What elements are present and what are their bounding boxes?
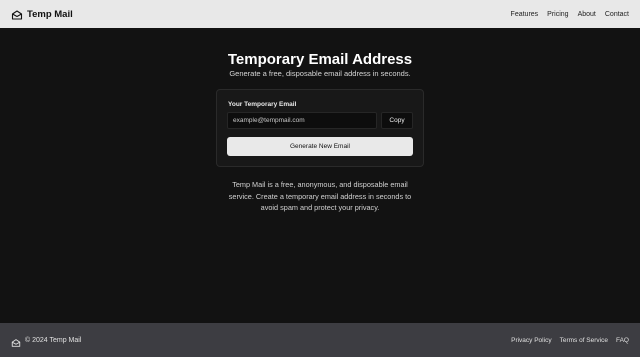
footer-brand: © 2024 Temp Mail [11,335,82,347]
brand-name: Temp Mail [27,8,73,20]
mail-open-icon [11,8,23,20]
main-nav: Features Pricing About Contact [511,11,629,18]
footer-links: Privacy Policy Terms of Service FAQ [511,337,629,344]
email-field-label: Your Temporary Email [228,101,297,108]
footer-link-privacy[interactable]: Privacy Policy [511,337,551,344]
mail-open-icon [11,335,21,347]
nav-link-features[interactable]: Features [511,11,539,18]
copy-button[interactable]: Copy [381,112,413,129]
footer-link-faq[interactable]: FAQ [616,337,629,344]
nav-link-about[interactable]: About [578,11,596,18]
footer-link-terms[interactable]: Terms of Service [560,337,608,344]
service-description: Temp Mail is a free, anonymous, and disp… [228,180,412,212]
top-nav-bar: Temp Mail Features Pricing About Contact [0,0,640,28]
page-subtitle: Generate a free, disposable email addres… [229,69,411,78]
nav-link-pricing[interactable]: Pricing [547,11,568,18]
nav-link-contact[interactable]: Contact [605,11,629,18]
email-card: Your Temporary Email Copy Generate New E… [216,89,424,167]
footer: © 2024 Temp Mail Privacy Policy Terms of… [0,323,640,357]
main-content: Temporary Email Address Generate a free,… [0,28,640,323]
temp-email-input[interactable] [227,112,377,129]
brand-logo[interactable]: Temp Mail [11,8,73,20]
copyright-text: © 2024 Temp Mail [25,336,82,344]
page-title: Temporary Email Address [227,51,413,68]
generate-email-button[interactable]: Generate New Email [227,137,413,156]
